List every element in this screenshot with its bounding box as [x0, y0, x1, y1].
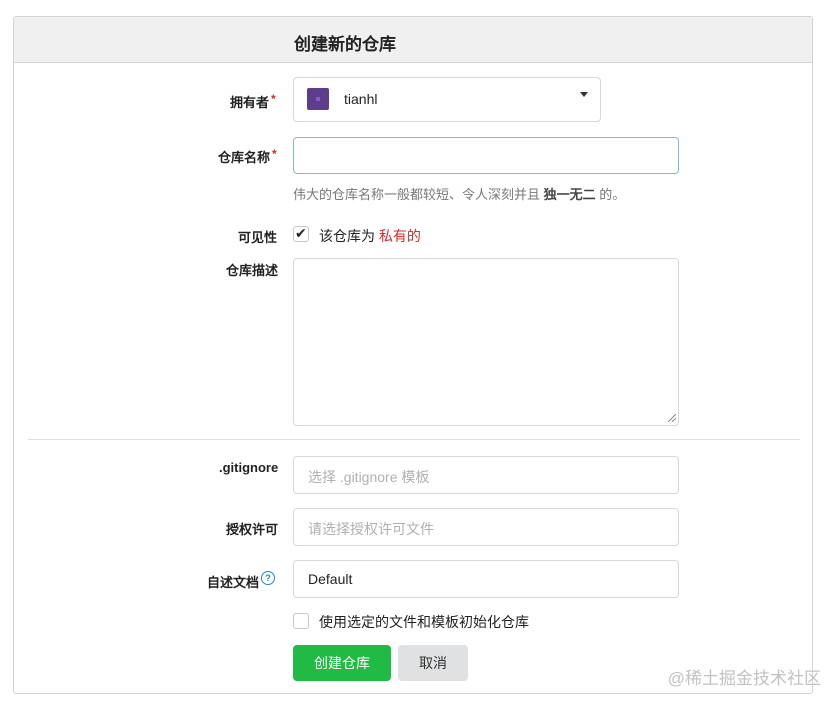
watermark: @稀土掘金技术社区: [667, 669, 821, 688]
avatar: [307, 88, 329, 110]
readme-value: Default: [308, 571, 353, 587]
repo-name-help: 伟大的仓库名称一般都较短、令人深刻并且 独一无二 的。: [293, 187, 626, 202]
owner-value: tianhl: [344, 91, 378, 107]
auto-init-checkbox[interactable]: [293, 613, 309, 629]
description-textarea[interactable]: [293, 258, 679, 426]
gitignore-label: .gitignore: [219, 460, 279, 475]
owner-dropdown[interactable]: [293, 77, 601, 122]
visibility-text: 该仓库为 私有的: [319, 228, 421, 244]
cancel-button[interactable]: 取消: [398, 645, 468, 681]
gitignore-placeholder: 选择 .gitignore 模板: [308, 469, 430, 485]
description-label: 仓库描述: [226, 263, 279, 278]
repo-name-label: 仓库名称 *: [218, 147, 277, 165]
readme-label: 自述文档: [207, 575, 260, 590]
license-placeholder: 请选择授权许可文件: [308, 521, 434, 537]
private-text: 私有的: [378, 228, 421, 244]
required-mark: *: [271, 92, 276, 106]
resize-handle-icon[interactable]: [668, 414, 676, 422]
private-checkbox[interactable]: ✔: [293, 225, 309, 242]
dropdown-caret-icon: [580, 92, 588, 97]
checkmark-icon: ✔: [295, 225, 307, 241]
create-repo-button[interactable]: 创建仓库: [293, 645, 391, 681]
question-circle-icon[interactable]: ?: [261, 571, 275, 585]
section-divider: [28, 439, 800, 440]
required-mark: *: [272, 147, 277, 161]
visibility-label: 可见性: [238, 230, 278, 245]
repo-name-input[interactable]: [293, 137, 679, 174]
auto-init-label: 使用选定的文件和模板初始化仓库: [319, 614, 529, 630]
license-label: 授权许可: [226, 522, 279, 537]
owner-label: 拥有者 *: [230, 92, 276, 110]
page-title: 创建新的仓库: [294, 35, 396, 54]
form-header: 创建新的仓库: [14, 17, 812, 63]
